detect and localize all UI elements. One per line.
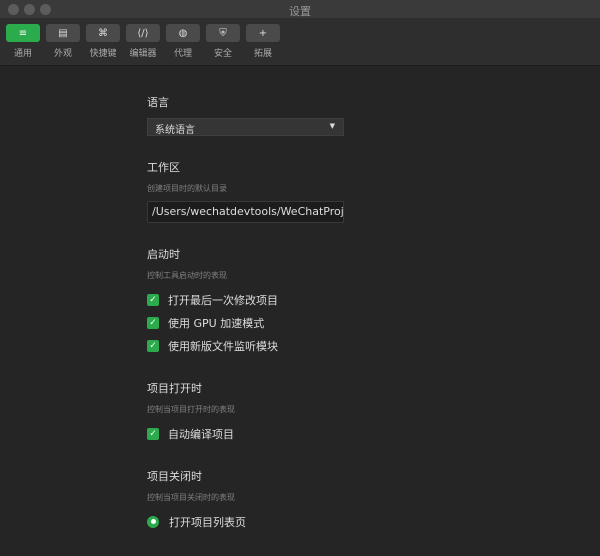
- tab-general[interactable]: ≡ 通用: [6, 24, 40, 65]
- tab-label: 拓展: [253, 49, 272, 59]
- project-open-section: 项目打开时 控制当项目打开时的表现 ✓ 自动编译项目: [147, 380, 347, 445]
- checkbox-label: 使用 GPU 加速模式: [168, 316, 265, 330]
- workspace-section: 工作区 创建项目时的默认目录 /Users/wechatdevtools/WeC…: [147, 159, 347, 223]
- checkmark-icon: ✓: [147, 316, 159, 329]
- checkbox-label: 自动编译项目: [168, 427, 234, 441]
- section-description: 控制当项目关闭时的表现: [147, 493, 235, 502]
- workspace-path-input[interactable]: /Users/wechatdevtools/WeChatProje: [147, 201, 344, 223]
- auto-compile-checkbox[interactable]: ✓ 自动编译项目: [147, 422, 347, 445]
- checkbox-label: 使用新版文件监听模块: [168, 339, 278, 353]
- globe-icon: ◍: [166, 24, 200, 42]
- checkbox-label: 打开最后一次修改项目: [168, 293, 278, 307]
- tab-label: 外观: [53, 49, 72, 59]
- tab-label: 代理: [173, 49, 192, 59]
- project-close-section: 项目关闭时 控制当项目关闭时的表现 打开项目列表页: [147, 468, 347, 533]
- window-icon: ▤: [46, 24, 80, 42]
- section-description: 控制当项目打开时的表现: [147, 405, 235, 414]
- selected-value: 系统语言: [155, 125, 195, 136]
- language-section: 语言 系统语言 ▼: [147, 94, 347, 136]
- shield-icon: ⛨: [206, 24, 240, 42]
- checkmark-icon: ✓: [147, 427, 159, 440]
- tab-label: 安全: [213, 49, 232, 59]
- checkmark-icon: ✓: [147, 339, 159, 352]
- plus-icon: +: [246, 24, 280, 42]
- tab-shortcuts[interactable]: ⌘ 快捷键: [86, 24, 120, 65]
- new-file-watcher-checkbox[interactable]: ✓ 使用新版文件监听模块: [147, 334, 347, 357]
- command-icon: ⌘: [86, 24, 120, 42]
- tab-security[interactable]: ⛨ 安全: [206, 24, 240, 65]
- tab-label: 快捷键: [89, 49, 117, 59]
- open-project-list-radio[interactable]: 打开项目列表页: [147, 510, 347, 533]
- tab-appearance[interactable]: ▤ 外观: [46, 24, 80, 65]
- section-description: 控制工具启动时的表现: [147, 271, 227, 280]
- section-description: 创建项目时的默认目录: [147, 184, 227, 193]
- settings-toolbar: ≡ 通用 ▤ 外观 ⌘ 快捷键 ⟨/⟩ 编辑器 ◍ 代理 ⛨ 安全 + 拓展: [0, 19, 600, 66]
- window-title: 设置: [289, 5, 311, 18]
- tab-editor[interactable]: ⟨/⟩ 编辑器: [126, 24, 160, 65]
- section-heading: 项目打开时: [147, 382, 202, 395]
- section-heading: 启动时: [147, 248, 180, 261]
- section-heading: 语言: [147, 96, 169, 109]
- dropdown-arrow-icon: ▼: [329, 122, 335, 130]
- radio-selected-icon: [147, 515, 159, 528]
- section-heading: 工作区: [147, 161, 180, 174]
- title-bar: 设置: [0, 0, 600, 19]
- checkmark-icon: ✓: [147, 293, 159, 306]
- tab-extensions[interactable]: + 拓展: [246, 24, 280, 65]
- list-icon: ≡: [6, 24, 40, 42]
- startup-section: 启动时 控制工具启动时的表现 ✓ 打开最后一次修改项目 ✓ 使用 GPU 加速模式 …: [147, 246, 347, 357]
- gpu-acceleration-checkbox[interactable]: ✓ 使用 GPU 加速模式: [147, 311, 347, 334]
- settings-content: 语言 系统语言 ▼ 工作区 创建项目时的默认目录 /Users/wechatdev…: [147, 94, 347, 556]
- language-select[interactable]: 系统语言 ▼: [147, 118, 344, 136]
- tab-proxy[interactable]: ◍ 代理: [166, 24, 200, 65]
- tab-label: 编辑器: [129, 49, 157, 59]
- code-icon: ⟨/⟩: [126, 24, 160, 42]
- open-last-project-checkbox[interactable]: ✓ 打开最后一次修改项目: [147, 288, 347, 311]
- section-heading: 项目关闭时: [147, 470, 202, 483]
- tab-label: 通用: [13, 49, 32, 59]
